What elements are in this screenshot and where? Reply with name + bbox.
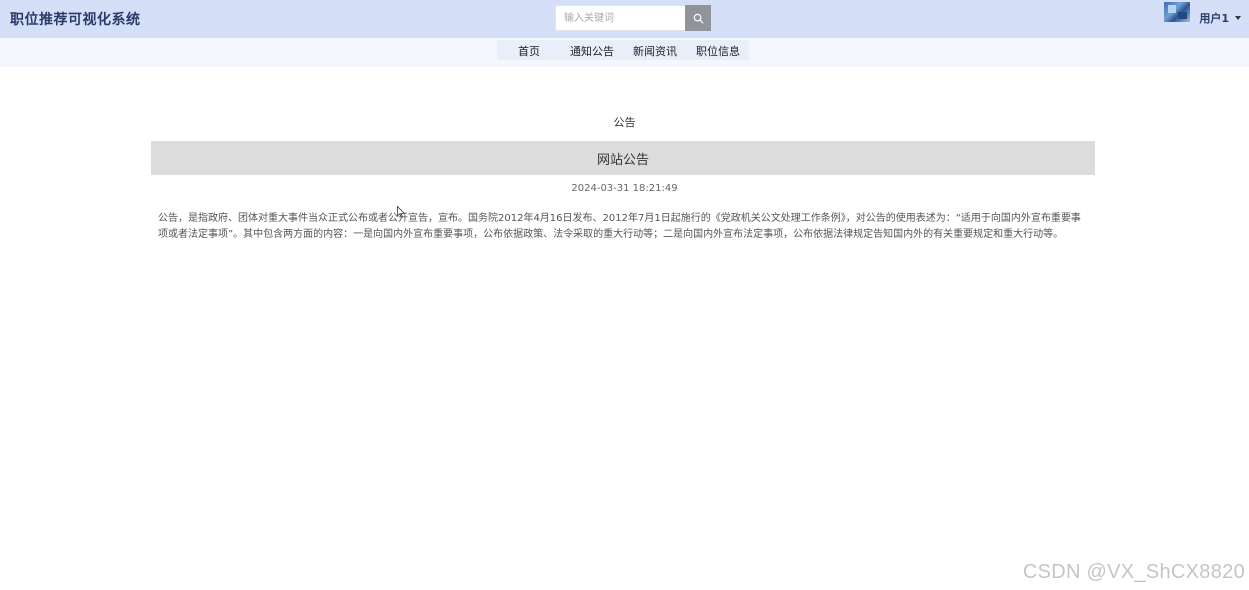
notice-timestamp: 2024-03-31 18:21:49 — [571, 183, 678, 194]
nav-item-jobs[interactable]: 职位信息 — [696, 43, 740, 59]
app-title: 职位推荐可视化系统 — [10, 12, 141, 28]
search-input[interactable] — [555, 5, 685, 31]
mouse-cursor-icon — [397, 206, 405, 218]
chevron-down-icon[interactable] — [1235, 16, 1241, 20]
notice-title-bar: 网站公告 — [151, 141, 1095, 175]
search-icon — [693, 13, 703, 23]
user-menu[interactable]: 用户1 — [1164, 2, 1241, 25]
search-bar — [555, 5, 711, 31]
notice-title: 网站公告 — [596, 152, 649, 168]
nav-item-news[interactable]: 新闻资讯 — [633, 43, 677, 59]
top-header: 职位推荐可视化系统 用户1 — [0, 0, 1249, 38]
watermark: CSDN @VX_ShCX8820 — [1022, 561, 1245, 583]
nav-item-notices[interactable]: 通知公告 — [570, 43, 614, 59]
search-button[interactable] — [685, 5, 711, 31]
user-name[interactable]: 用户1 — [1199, 10, 1229, 26]
notice-body: 公告，是指政府、团体对重大事件当众正式公布或者公开宣告，宣布。国务院2012年4… — [158, 213, 1081, 240]
section-label: 公告 — [613, 116, 636, 129]
main-nav: 首页 通知公告 新闻资讯 职位信息 — [497, 40, 749, 60]
nav-item-home[interactable]: 首页 — [518, 43, 540, 59]
nav-bar: 首页 通知公告 新闻资讯 职位信息 — [0, 38, 1249, 67]
avatar[interactable] — [1164, 2, 1191, 22]
